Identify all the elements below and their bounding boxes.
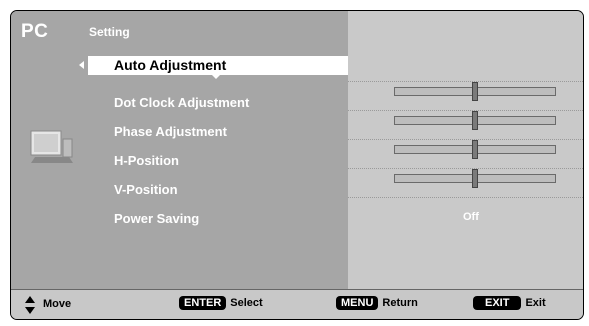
menu-item-dot-clock[interactable]: Dot Clock Adjustment — [114, 95, 249, 110]
left-panel: PC Setting Auto Adjustment Dot Clock Adj… — [11, 11, 348, 289]
slider-thumb[interactable] — [472, 111, 478, 130]
dot-clock-slider[interactable] — [394, 82, 556, 101]
slider-thumb[interactable] — [472, 140, 478, 159]
h-position-slider[interactable] — [394, 140, 556, 159]
menu-item-h-position[interactable]: H-Position — [114, 153, 179, 168]
footer-select-label: Select — [230, 297, 263, 309]
slider-thumb[interactable] — [472, 82, 478, 101]
footer-menu: MENU Return — [336, 296, 418, 310]
up-down-arrow-icon — [25, 296, 35, 314]
footer-move-label: Move — [43, 298, 72, 310]
menu-item-phase[interactable]: Phase Adjustment — [114, 124, 227, 139]
menu-key[interactable]: MENU — [336, 296, 379, 310]
pc-monitor-icon — [30, 130, 73, 163]
power-saving-value: Off — [463, 211, 479, 223]
footer-exit: EXIT Exit — [473, 296, 546, 310]
enter-key[interactable]: ENTER — [179, 296, 227, 310]
exit-key[interactable]: EXIT — [473, 296, 522, 310]
footer-bar: Move ENTER Select MENU Return EXIT Exit — [11, 289, 583, 319]
source-title: PC — [21, 21, 49, 42]
row-divider — [348, 81, 583, 82]
slider-thumb[interactable] — [472, 169, 478, 188]
row-divider — [348, 139, 583, 140]
footer-return-label: Return — [382, 297, 418, 309]
menu-item-auto-adjustment[interactable]: Auto Adjustment — [79, 56, 348, 79]
menu-item-v-position[interactable]: V-Position — [114, 182, 178, 197]
row-divider — [348, 168, 583, 169]
phase-slider[interactable] — [394, 111, 556, 130]
row-divider — [348, 110, 583, 111]
menu-item-power-saving[interactable]: Power Saving — [114, 211, 199, 226]
v-position-slider[interactable] — [394, 169, 556, 188]
footer-exit-label: Exit — [525, 297, 546, 309]
left-arrow-icon — [79, 61, 84, 69]
row-divider — [348, 197, 583, 198]
down-arrow-icon — [212, 75, 220, 79]
menu-title: Setting — [89, 25, 130, 39]
footer-enter: ENTER Select — [179, 296, 263, 310]
osd-menu: PC Setting Auto Adjustment Dot Clock Adj… — [10, 10, 584, 320]
